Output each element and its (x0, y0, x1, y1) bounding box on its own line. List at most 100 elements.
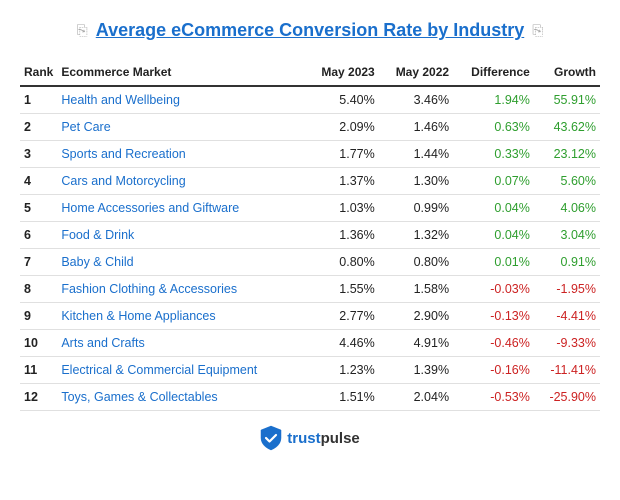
cell-may2022: 0.99% (379, 195, 453, 222)
cell-rank: 6 (20, 222, 57, 249)
cell-growth: 23.12% (534, 141, 600, 168)
col-may2022: May 2022 (379, 59, 453, 86)
col-may2023: May 2023 (304, 59, 378, 86)
cell-may2023: 4.46% (304, 330, 378, 357)
col-market: Ecommerce Market (57, 59, 304, 86)
cell-difference: -0.16% (453, 357, 534, 384)
cell-rank: 2 (20, 114, 57, 141)
cell-market[interactable]: Pet Care (57, 114, 304, 141)
cell-may2022: 2.90% (379, 303, 453, 330)
cell-market[interactable]: Kitchen & Home Appliances (57, 303, 304, 330)
cell-rank: 7 (20, 249, 57, 276)
cell-growth: 0.91% (534, 249, 600, 276)
col-difference: Difference (453, 59, 534, 86)
cell-market[interactable]: Home Accessories and Giftware (57, 195, 304, 222)
cell-market[interactable]: Food & Drink (57, 222, 304, 249)
cell-rank: 11 (20, 357, 57, 384)
cell-difference: 1.94% (453, 86, 534, 114)
cell-difference: 0.63% (453, 114, 534, 141)
brand-logo[interactable]: trustpulse (260, 425, 360, 451)
table-row: 1Health and Wellbeing5.40%3.46%1.94%55.9… (20, 86, 600, 114)
cell-may2023: 1.51% (304, 384, 378, 411)
cell-growth: -25.90% (534, 384, 600, 411)
table-row: 2Pet Care2.09%1.46%0.63%43.62% (20, 114, 600, 141)
footer: trustpulse (260, 425, 360, 451)
table-row: 10Arts and Crafts4.46%4.91%-0.46%-9.33% (20, 330, 600, 357)
title-container: ⎘ Average eCommerce Conversion Rate by I… (77, 20, 544, 41)
table-header: Rank Ecommerce Market May 2023 May 2022 … (20, 59, 600, 86)
cell-rank: 3 (20, 141, 57, 168)
cell-rank: 4 (20, 168, 57, 195)
corner-icon-left: ⎘ (77, 22, 88, 39)
corner-icon-right: ⎘ (532, 22, 543, 39)
cell-difference: 0.07% (453, 168, 534, 195)
cell-difference: -0.53% (453, 384, 534, 411)
cell-may2023: 0.80% (304, 249, 378, 276)
cell-may2022: 1.32% (379, 222, 453, 249)
cell-may2023: 2.09% (304, 114, 378, 141)
page-title: Average eCommerce Conversion Rate by Ind… (96, 20, 524, 41)
cell-growth: -4.41% (534, 303, 600, 330)
col-rank: Rank (20, 59, 57, 86)
cell-may2022: 1.44% (379, 141, 453, 168)
cell-difference: 0.01% (453, 249, 534, 276)
cell-difference: -0.03% (453, 276, 534, 303)
cell-rank: 5 (20, 195, 57, 222)
cell-growth: -1.95% (534, 276, 600, 303)
cell-growth: 43.62% (534, 114, 600, 141)
cell-growth: 55.91% (534, 86, 600, 114)
cell-rank: 8 (20, 276, 57, 303)
cell-may2022: 1.46% (379, 114, 453, 141)
cell-difference: -0.13% (453, 303, 534, 330)
cell-may2022: 0.80% (379, 249, 453, 276)
cell-market[interactable]: Health and Wellbeing (57, 86, 304, 114)
table-row: 12Toys, Games & Collectables1.51%2.04%-0… (20, 384, 600, 411)
brand-name: trustpulse (287, 430, 360, 447)
table-row: 5Home Accessories and Giftware1.03%0.99%… (20, 195, 600, 222)
cell-may2023: 1.03% (304, 195, 378, 222)
cell-may2023: 1.37% (304, 168, 378, 195)
col-growth: Growth (534, 59, 600, 86)
cell-difference: 0.33% (453, 141, 534, 168)
cell-rank: 12 (20, 384, 57, 411)
cell-may2023: 1.55% (304, 276, 378, 303)
cell-may2022: 3.46% (379, 86, 453, 114)
cell-growth: -9.33% (534, 330, 600, 357)
shield-icon (260, 425, 282, 451)
table-row: 7Baby & Child0.80%0.80%0.01%0.91% (20, 249, 600, 276)
cell-market[interactable]: Sports and Recreation (57, 141, 304, 168)
data-table: Rank Ecommerce Market May 2023 May 2022 … (20, 59, 600, 411)
table-row: 6Food & Drink1.36%1.32%0.04%3.04% (20, 222, 600, 249)
cell-growth: 3.04% (534, 222, 600, 249)
cell-may2023: 1.36% (304, 222, 378, 249)
cell-may2023: 5.40% (304, 86, 378, 114)
cell-may2023: 1.77% (304, 141, 378, 168)
cell-market[interactable]: Fashion Clothing & Accessories (57, 276, 304, 303)
cell-market[interactable]: Electrical & Commercial Equipment (57, 357, 304, 384)
cell-growth: -11.41% (534, 357, 600, 384)
cell-may2023: 2.77% (304, 303, 378, 330)
table-row: 8Fashion Clothing & Accessories1.55%1.58… (20, 276, 600, 303)
cell-market[interactable]: Cars and Motorcycling (57, 168, 304, 195)
cell-may2022: 1.30% (379, 168, 453, 195)
cell-may2022: 1.58% (379, 276, 453, 303)
cell-may2022: 2.04% (379, 384, 453, 411)
cell-difference: -0.46% (453, 330, 534, 357)
table-row: 9Kitchen & Home Appliances2.77%2.90%-0.1… (20, 303, 600, 330)
cell-may2023: 1.23% (304, 357, 378, 384)
cell-may2022: 1.39% (379, 357, 453, 384)
cell-rank: 1 (20, 86, 57, 114)
cell-growth: 5.60% (534, 168, 600, 195)
cell-market[interactable]: Arts and Crafts (57, 330, 304, 357)
cell-rank: 10 (20, 330, 57, 357)
cell-may2022: 4.91% (379, 330, 453, 357)
table-row: 4Cars and Motorcycling1.37%1.30%0.07%5.6… (20, 168, 600, 195)
cell-rank: 9 (20, 303, 57, 330)
cell-market[interactable]: Toys, Games & Collectables (57, 384, 304, 411)
cell-difference: 0.04% (453, 222, 534, 249)
cell-growth: 4.06% (534, 195, 600, 222)
cell-market[interactable]: Baby & Child (57, 249, 304, 276)
table-body: 1Health and Wellbeing5.40%3.46%1.94%55.9… (20, 86, 600, 411)
table-row: 3Sports and Recreation1.77%1.44%0.33%23.… (20, 141, 600, 168)
cell-difference: 0.04% (453, 195, 534, 222)
